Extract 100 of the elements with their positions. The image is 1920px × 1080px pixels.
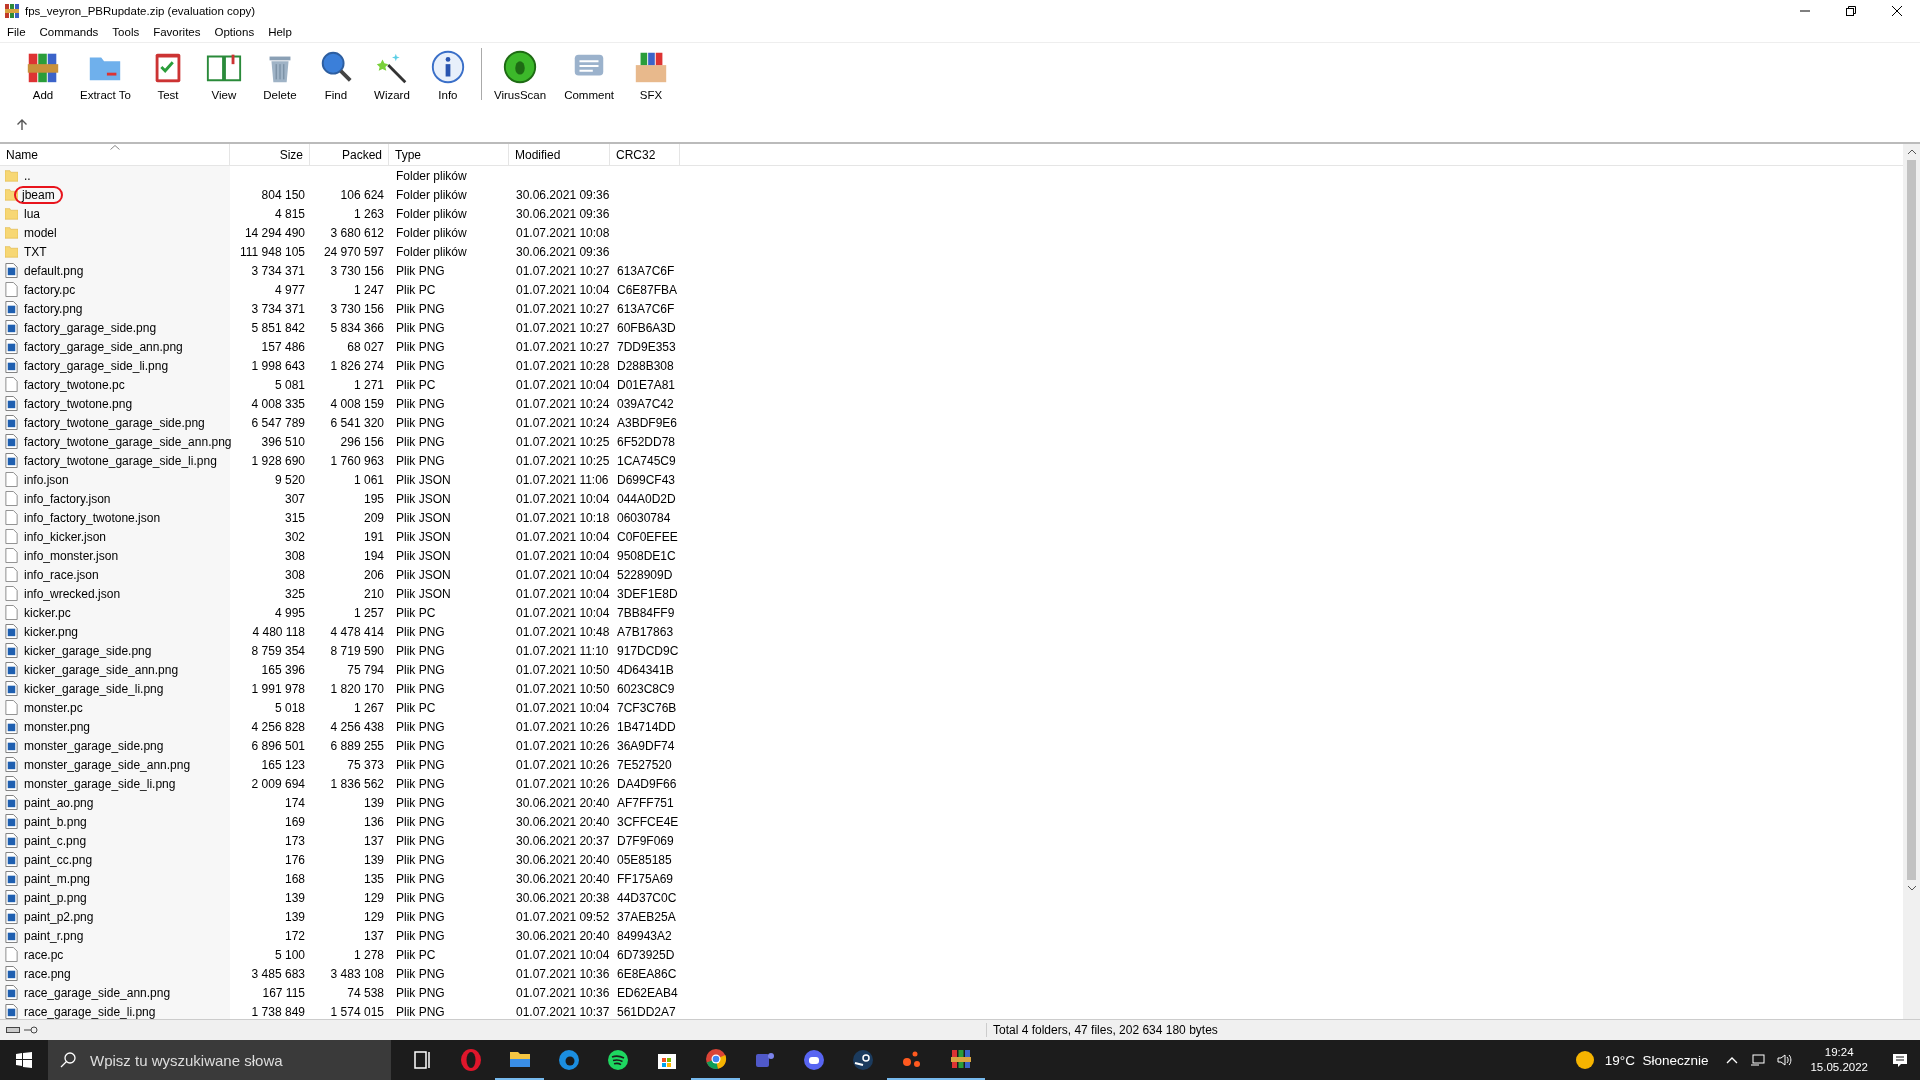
packed-cell: 139 bbox=[363, 852, 384, 867]
menu-item[interactable]: Tools bbox=[112, 26, 140, 38]
clock-date[interactable]: 15.05.2022 bbox=[1810, 1060, 1868, 1075]
modified-cell: 01.07.2021 10:36 bbox=[516, 985, 610, 1000]
type-cell: Plik PNG bbox=[396, 415, 445, 430]
crc-cell: 9508DE1C bbox=[617, 548, 676, 563]
packed-cell: 5 834 366 bbox=[330, 320, 384, 335]
modified-cell: 01.07.2021 10:26 bbox=[516, 776, 610, 791]
clock-time[interactable]: 19:24 bbox=[1824, 1045, 1854, 1060]
toolbar-button[interactable]: Find bbox=[310, 48, 361, 101]
crc-cell: 6F52DD78 bbox=[617, 434, 676, 449]
packed-cell: 106 624 bbox=[340, 187, 384, 202]
size-cell: 172 bbox=[284, 928, 305, 943]
packed-cell: 68 027 bbox=[347, 339, 384, 354]
modified-cell: 01.07.2021 10:04 bbox=[516, 700, 610, 715]
toolbar-button[interactable]: Delete bbox=[254, 48, 305, 101]
size-cell: 3 734 371 bbox=[251, 263, 305, 278]
column-header[interactable]: CRC32 bbox=[610, 144, 680, 165]
toolbar-button[interactable]: Comment bbox=[558, 48, 620, 101]
size-cell: 4 977 bbox=[274, 282, 305, 297]
size-cell: 4 256 828 bbox=[251, 719, 305, 734]
crc-cell: 37AEB25A bbox=[617, 909, 676, 924]
modified-cell: 01.07.2021 10:18 bbox=[516, 510, 610, 525]
crc-cell: 6D73925D bbox=[617, 947, 675, 962]
size-cell: 3 734 371 bbox=[251, 301, 305, 316]
menu-item[interactable]: File bbox=[7, 26, 26, 38]
type-cell: Plik PNG bbox=[396, 358, 445, 373]
scroll-down-icon[interactable] bbox=[1906, 885, 1917, 891]
crc-cell: 7E527520 bbox=[617, 757, 672, 772]
file-name[interactable]: race.pc bbox=[22, 947, 66, 962]
menu-item[interactable]: Commands bbox=[39, 26, 99, 38]
toolbar-button[interactable]: Extract To bbox=[74, 48, 137, 101]
column-header[interactable]: Size bbox=[230, 144, 310, 165]
file-name[interactable]: info.json bbox=[22, 472, 71, 487]
crc-cell: 561DD2A7 bbox=[617, 1004, 676, 1019]
file-name[interactable]: factory.pc bbox=[22, 282, 78, 297]
column-header[interactable]: Name bbox=[0, 144, 230, 165]
sort-caret-icon bbox=[110, 145, 120, 150]
type-cell: Plik PNG bbox=[396, 263, 445, 278]
weather-text[interactable]: 19°C Słonecznie bbox=[1604, 1052, 1709, 1068]
type-cell: Plik JSON bbox=[396, 529, 451, 544]
type-cell: Plik JSON bbox=[396, 510, 451, 525]
size-cell: 5 851 842 bbox=[251, 320, 305, 335]
crc-cell: 4D64341B bbox=[617, 662, 674, 677]
modified-cell: 01.07.2021 10:04 bbox=[516, 548, 610, 563]
packed-cell: 6 889 255 bbox=[330, 738, 384, 753]
modified-cell: 30.06.2021 20:40 bbox=[516, 852, 610, 867]
file-name[interactable]: model bbox=[22, 225, 59, 240]
type-cell: Plik PNG bbox=[396, 833, 445, 848]
file-name[interactable]: factory_twotone_garage_side_ann.png bbox=[22, 434, 234, 449]
folder-icon bbox=[5, 187, 18, 202]
packed-cell: 136 bbox=[363, 814, 384, 829]
file-name[interactable]: TXT bbox=[22, 244, 49, 259]
speaker-icon[interactable] bbox=[1776, 1052, 1793, 1068]
modified-cell: 30.06.2021 09:36 bbox=[516, 206, 610, 221]
size-cell: 1 998 643 bbox=[251, 358, 305, 373]
toolbar-button[interactable]: SFX bbox=[626, 48, 676, 101]
packed-cell: 4 256 438 bbox=[330, 719, 384, 734]
scrollbar[interactable] bbox=[1903, 144, 1920, 1019]
type-cell: Plik PNG bbox=[396, 795, 445, 810]
file-name[interactable]: .. bbox=[22, 168, 33, 183]
type-cell: Plik PNG bbox=[396, 339, 445, 354]
modified-cell: 01.07.2021 10:04 bbox=[516, 491, 610, 506]
crc-cell: 1B4714DD bbox=[617, 719, 676, 734]
file-name[interactable]: lua bbox=[22, 206, 42, 221]
column-header[interactable]: Packed bbox=[310, 144, 389, 165]
toolbar-button[interactable]: VirusScan bbox=[487, 48, 553, 101]
packed-cell: 1 574 015 bbox=[330, 1004, 384, 1019]
toolbar-button[interactable]: Info bbox=[422, 48, 473, 101]
type-cell: Plik PC bbox=[396, 377, 436, 392]
modified-cell: 01.07.2021 10:27 bbox=[516, 339, 610, 354]
up-arrow-icon[interactable] bbox=[16, 119, 28, 131]
size-cell: 111 948 105 bbox=[240, 244, 305, 259]
toolbar-button[interactable]: Test bbox=[142, 48, 193, 101]
toolbar-button[interactable]: Add bbox=[18, 48, 68, 101]
menu-item[interactable]: Favorites bbox=[153, 26, 201, 38]
size-cell: 157 486 bbox=[261, 339, 305, 354]
column-header[interactable]: Modified bbox=[509, 144, 610, 165]
network-icon[interactable] bbox=[1750, 1052, 1767, 1068]
size-cell: 165 123 bbox=[261, 757, 305, 772]
packed-cell: 129 bbox=[363, 909, 384, 924]
crc-cell: 849943A2 bbox=[617, 928, 672, 943]
toolbar-button[interactable]: Wizard bbox=[366, 48, 417, 101]
column-header[interactable]: Type bbox=[389, 144, 509, 165]
file-name[interactable]: kicker.pc bbox=[22, 605, 73, 620]
type-cell: Plik JSON bbox=[396, 586, 451, 601]
type-cell: Plik PNG bbox=[396, 871, 445, 886]
size-cell: 4 995 bbox=[274, 605, 305, 620]
size-cell: 302 bbox=[284, 529, 305, 544]
type-cell: Folder plików bbox=[396, 168, 467, 183]
taskbar-search-field[interactable]: Wpisz tu wyszukiwane słowa bbox=[48, 1040, 391, 1080]
notification-icon[interactable] bbox=[1892, 1052, 1908, 1068]
modified-cell: 30.06.2021 20:40 bbox=[516, 814, 610, 829]
size-cell: 173 bbox=[284, 833, 305, 848]
menu-item[interactable]: Help bbox=[268, 26, 292, 38]
file-name[interactable]: race.png bbox=[22, 966, 73, 981]
folder-icon bbox=[5, 168, 18, 183]
scroll-up-icon[interactable] bbox=[1906, 149, 1917, 155]
menu-item[interactable]: Options bbox=[214, 26, 255, 38]
toolbar-button[interactable]: View bbox=[198, 48, 249, 101]
